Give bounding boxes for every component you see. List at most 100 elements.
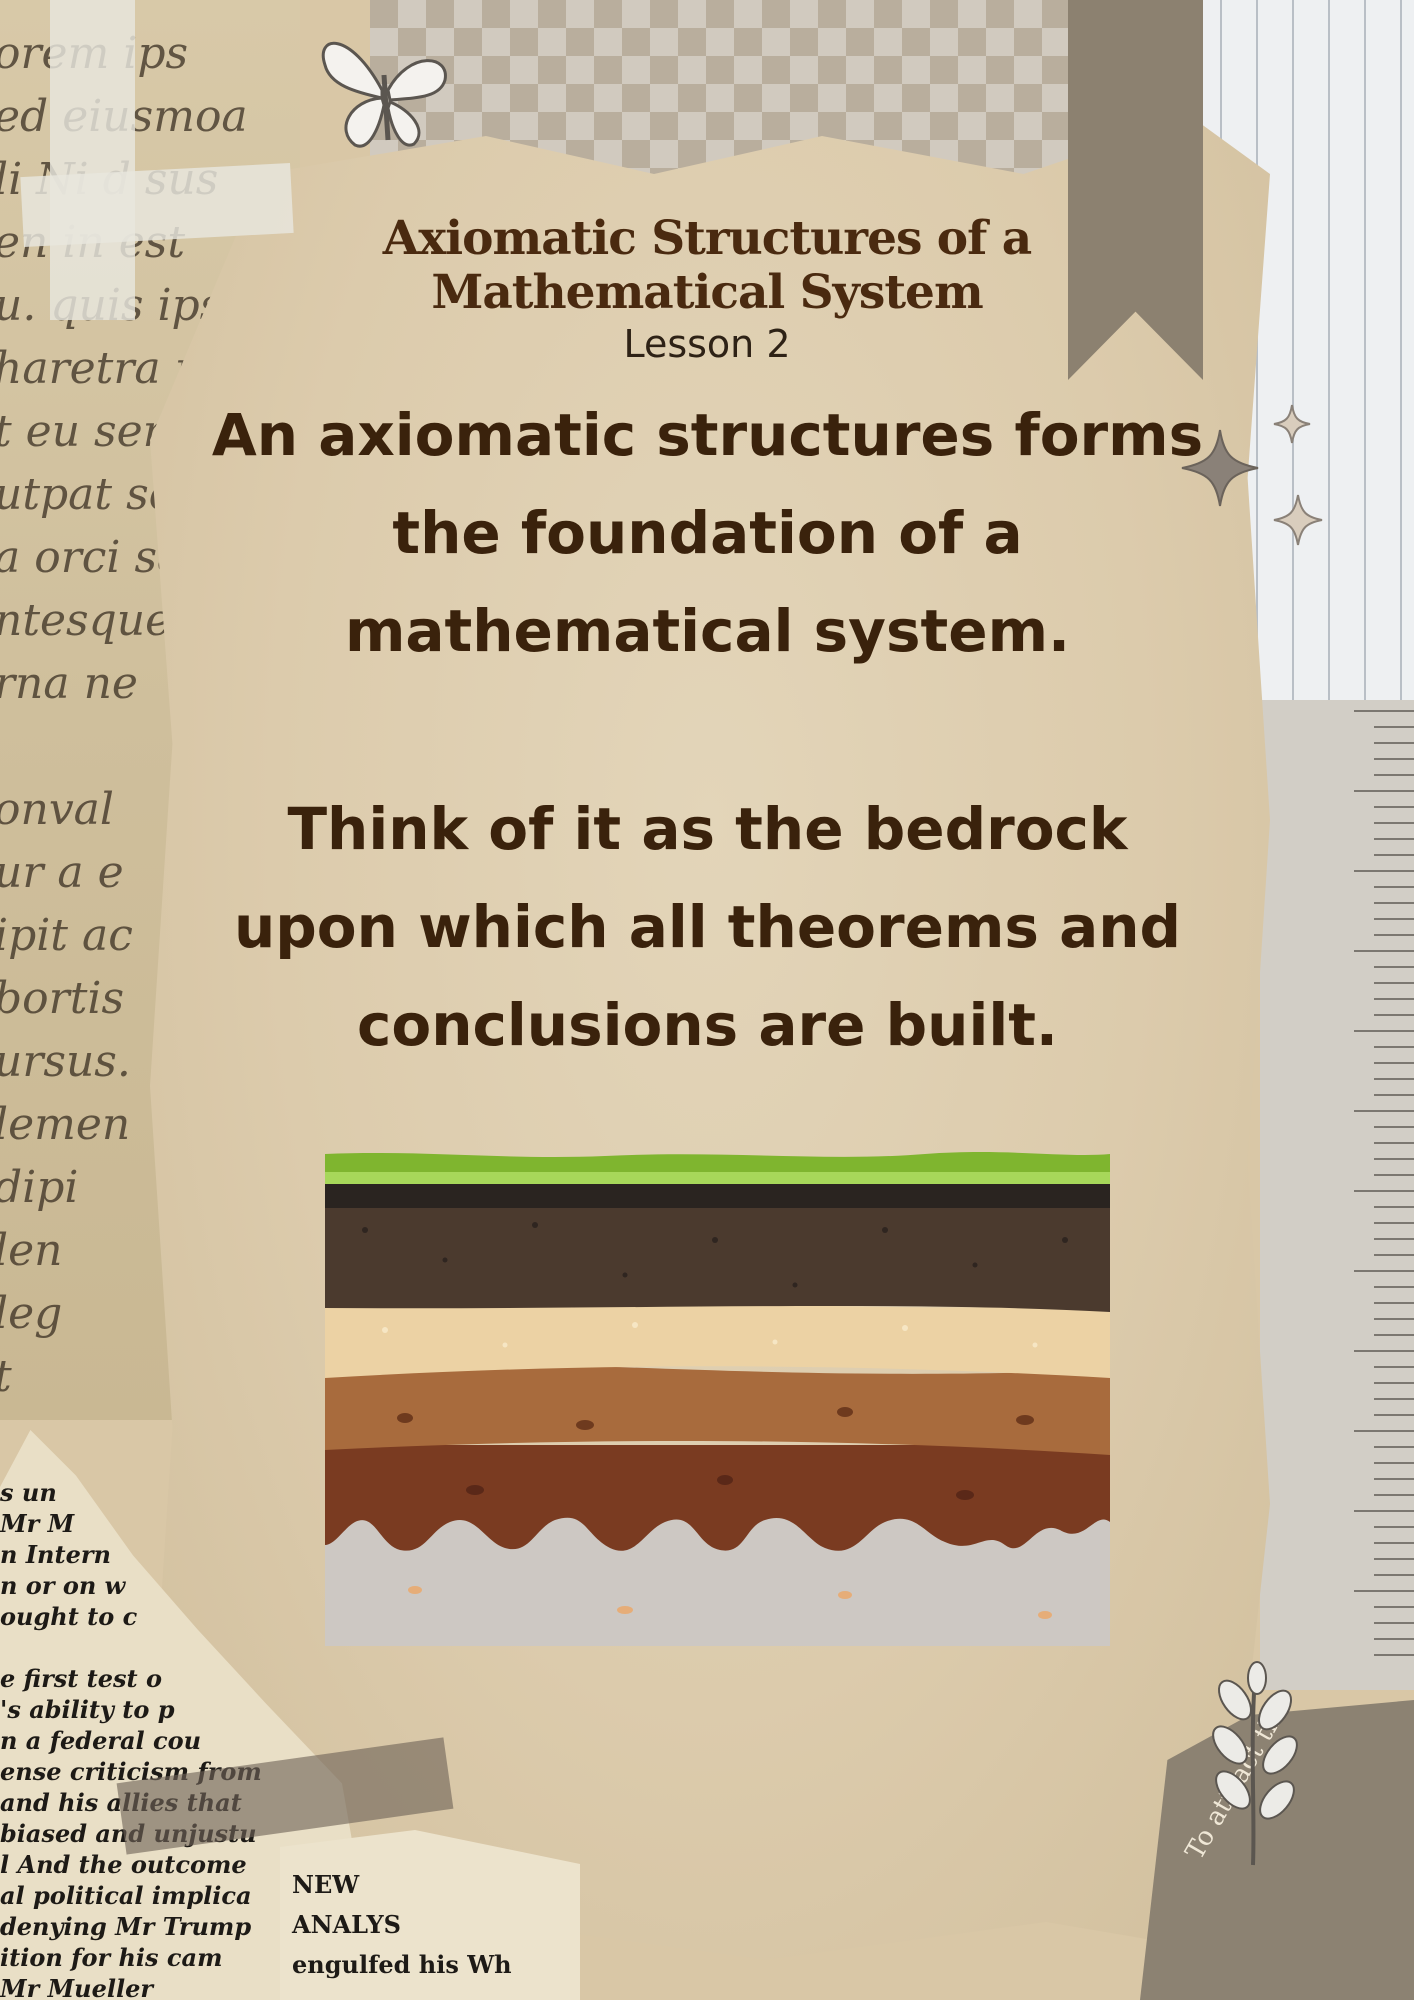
- newspaper-text-line: ANALYS: [292, 1910, 401, 1939]
- ruler-tick: [1374, 1174, 1414, 1176]
- title-line: Mathematical System: [431, 265, 983, 320]
- title-line: Axiomatic Structures of a: [382, 211, 1032, 266]
- ruler-tick: [1374, 1478, 1414, 1480]
- newspaper-text-line: e first test o: [0, 1664, 162, 1693]
- newspaper-text-line: Mr M: [0, 1509, 75, 1538]
- book-text-line: onval: [0, 784, 114, 835]
- ruler-tick: [1374, 1046, 1414, 1048]
- ruler-tick: [1354, 790, 1414, 792]
- ruler-tick: [1374, 934, 1414, 936]
- ruler-tick: [1374, 1462, 1414, 1464]
- ruler-tick: [1374, 1398, 1414, 1400]
- ruler-tick: [1374, 1574, 1414, 1576]
- grass-layer: [325, 1152, 1110, 1172]
- tape-strip: [50, 0, 135, 320]
- ruler-tick: [1354, 950, 1414, 952]
- lesson-label: Lesson 2: [623, 322, 791, 366]
- book-text-line: leg: [0, 1288, 63, 1339]
- ruler-tick: [1354, 1190, 1414, 1192]
- newspaper-text-line: denying Mr Trump: [0, 1912, 252, 1941]
- newspaper-text-line: engulfed his Wh: [292, 1950, 512, 1979]
- newspaper-text-line: s un: [0, 1478, 57, 1507]
- clay-layer: [325, 1363, 1110, 1455]
- ruler-tick: [1354, 1430, 1414, 1432]
- ruler-tick: [1374, 726, 1414, 728]
- topsoil-layer: [325, 1200, 1110, 1312]
- ruler-tick: [1374, 758, 1414, 760]
- newspaper-text-line: Mr Mueller: [0, 1974, 153, 2000]
- newspaper-text-line: n a federal cou: [0, 1726, 202, 1755]
- ruler-tick: [1354, 1110, 1414, 1112]
- page-title: Axiomatic Structures of a Mathematical S…: [300, 212, 1114, 320]
- ruler-tick: [1374, 998, 1414, 1000]
- ruler-tick: [1374, 966, 1414, 968]
- ruler-tick: [1374, 1606, 1414, 1608]
- ruler-tick: [1374, 838, 1414, 840]
- leaf-sprig-icon: [1212, 1661, 1298, 1866]
- book-text-line: ipit ac: [0, 910, 133, 961]
- ruler-tick: [1374, 982, 1414, 984]
- ruler-tick: [1374, 1158, 1414, 1160]
- book-text-line: t: [0, 1351, 12, 1402]
- ruler-tick: [1374, 854, 1414, 856]
- book-text-line: ursus.: [0, 1036, 131, 1087]
- ruler-tick: [1374, 1238, 1414, 1240]
- ruler-tick: [1374, 1654, 1414, 1656]
- ruler-tick: [1374, 822, 1414, 824]
- newspaper-text-line: NEW: [292, 1870, 360, 1899]
- ruler-tick: [1354, 870, 1414, 872]
- ruler-tick: [1374, 1094, 1414, 1096]
- ruler-tick: [1374, 1126, 1414, 1128]
- ruler-tick: [1374, 1318, 1414, 1320]
- ruler-tick: [1354, 1270, 1414, 1272]
- ruler-tick: [1374, 806, 1414, 808]
- ruler-tick: [1374, 1014, 1414, 1016]
- ruler-tick: [1374, 1558, 1414, 1560]
- ruler-tick: [1354, 1350, 1414, 1352]
- book-text-line: len: [0, 1225, 63, 1276]
- tape-strip: [20, 162, 294, 248]
- book-text-line: bortis: [0, 973, 125, 1024]
- ruler-tick: [1374, 902, 1414, 904]
- newspaper-text-line: n Intern: [0, 1540, 111, 1569]
- ruler-tick: [1374, 1542, 1414, 1544]
- ruler-tick: [1374, 1334, 1414, 1336]
- soil-layers-illustration: [325, 1152, 1110, 1646]
- newspaper-text-line: n or on w: [0, 1571, 126, 1600]
- book-text-line: lemen: [0, 1099, 131, 1150]
- ruler-tick: [1374, 774, 1414, 776]
- newspaper-text-line: 's ability to p: [0, 1695, 175, 1724]
- newspaper-text-line: ought to c: [0, 1602, 138, 1631]
- sand-layer: [325, 1300, 1110, 1378]
- newspaper-text-line: ition for his cam: [0, 1943, 223, 1972]
- ruler-tick: [1374, 918, 1414, 920]
- ruler-tick: [1374, 1494, 1414, 1496]
- ruler-tick: [1374, 1078, 1414, 1080]
- book-text-line: ur a e: [0, 847, 124, 898]
- ruler-tick: [1374, 1142, 1414, 1144]
- ruler-tick: [1374, 1382, 1414, 1384]
- ruler-strip: [1260, 700, 1414, 1690]
- ruler-tick: [1374, 1222, 1414, 1224]
- ruler-tick: [1374, 1638, 1414, 1640]
- ruler-tick: [1354, 1510, 1414, 1512]
- definition-paragraph: An axiomatic structures forms the founda…: [211, 401, 1204, 665]
- newspaper-text-line: l And the outcome: [0, 1850, 247, 1879]
- ruler-tick: [1374, 742, 1414, 744]
- humus-layer: [325, 1180, 1110, 1208]
- ruler-tick: [1374, 1446, 1414, 1448]
- ruler-tick: [1374, 886, 1414, 888]
- newspaper-text-line: al political implica: [0, 1881, 252, 1910]
- ruler-tick: [1374, 1366, 1414, 1368]
- ruler-tick: [1374, 1414, 1414, 1416]
- analogy-paragraph: Think of it as the bedrock upon which al…: [233, 795, 1182, 1059]
- newspaper-clipping: NEW ANALYS engulfed his Wh: [280, 1830, 580, 2000]
- ruler-tick: [1374, 1062, 1414, 1064]
- ruler-tick: [1374, 1622, 1414, 1624]
- book-text-line: rna ne: [0, 658, 138, 709]
- ruler-tick: [1354, 1590, 1414, 1592]
- ruler-tick: [1374, 1206, 1414, 1208]
- butterfly-icon: [321, 41, 447, 148]
- ruler-tick: [1374, 1302, 1414, 1304]
- ruler-tick: [1374, 1286, 1414, 1288]
